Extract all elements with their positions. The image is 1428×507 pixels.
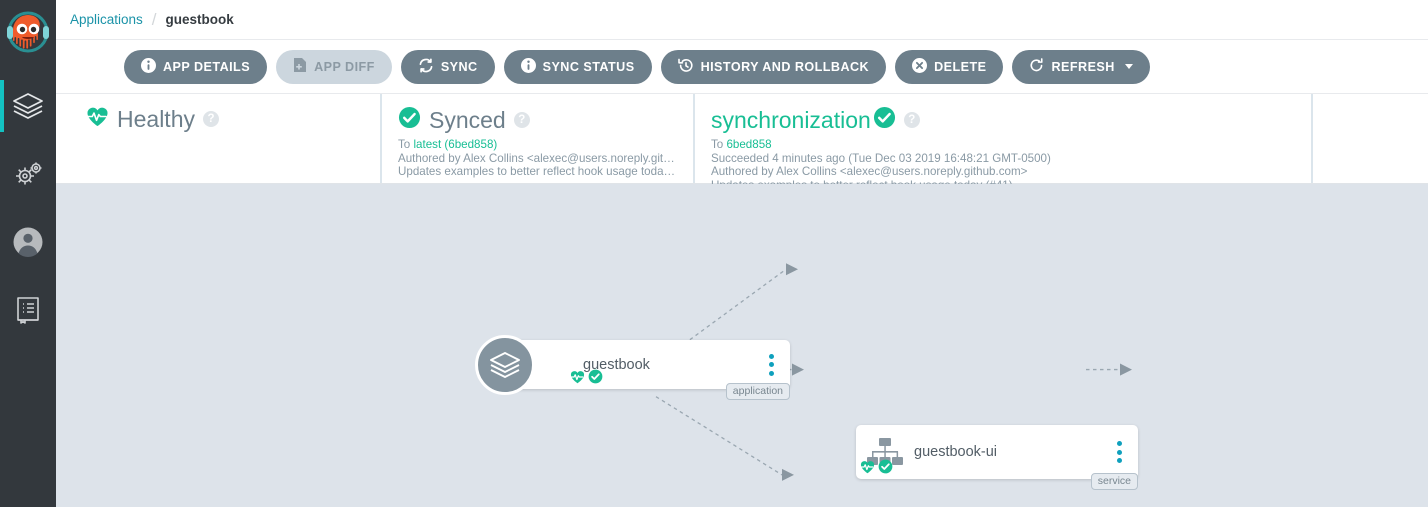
close-circle-icon — [912, 57, 928, 76]
gears-icon — [12, 159, 44, 189]
user-avatar-icon — [12, 226, 44, 258]
graph-node-application[interactable]: guestbook application — [475, 334, 790, 400]
graph-node-application-menu[interactable] — [758, 353, 784, 376]
health-help-icon[interactable]: ? — [202, 111, 219, 127]
sync-revision-line: To latest (6bed858) — [398, 138, 498, 151]
breadcrumb-applications-link[interactable]: Applications — [70, 12, 143, 27]
book-icon — [14, 295, 42, 325]
operation-status-panel: synchronization ? To 6bed858 Succeeded 4… — [693, 94, 1311, 192]
main-area: Applications / guestbook APP DETAILS APP… — [56, 0, 1428, 507]
app-details-button[interactable]: APP DETAILS — [124, 49, 268, 84]
history-clock-icon — [677, 58, 694, 76]
delete-label: DELETE — [934, 59, 987, 74]
operation-revision-link[interactable]: 6bed858 — [726, 138, 771, 151]
heart-pulse-icon — [86, 106, 109, 132]
resource-tree-graph: guestbook application guestbook-ui servi… — [56, 184, 1428, 507]
file-diff-icon — [293, 57, 307, 76]
history-rollback-label: HISTORY AND ROLLBACK — [700, 59, 870, 74]
graph-node-service[interactable]: guestbook-ui service — [856, 425, 1138, 490]
sync-message-line: Updates examples to better reflect hook … — [398, 165, 676, 179]
breadcrumb-current-app: guestbook — [165, 12, 234, 27]
breadcrumb-separator: / — [151, 9, 157, 29]
operation-author-line: Authored by Alex Collins <alexec@users.n… — [711, 165, 1028, 179]
graph-node-service-title: guestbook-ui — [914, 444, 998, 460]
layers-circle-icon — [475, 334, 535, 395]
sync-status-panel: Synced ? To latest (6bed858) Authored by… — [380, 94, 693, 183]
operation-label: synchronization — [711, 106, 871, 133]
chevron-down-icon — [1124, 64, 1133, 69]
sidebar-item-applications[interactable] — [0, 72, 56, 140]
sync-arrows-icon — [418, 57, 434, 76]
layers-icon — [12, 91, 44, 121]
sidebar-item-documentation[interactable] — [0, 276, 56, 344]
refresh-icon — [1029, 57, 1044, 76]
app-details-label: APP DETAILS — [163, 59, 251, 74]
operation-revision-line: To 6bed858 — [711, 138, 772, 151]
sync-button[interactable]: SYNC — [400, 49, 495, 84]
health-status-panel: Healthy ? — [70, 94, 380, 183]
check-circle-icon — [398, 106, 421, 134]
app-diff-label: APP DIFF — [314, 59, 375, 74]
extra-status-panel — [1311, 94, 1428, 183]
sidebar-item-settings[interactable] — [0, 140, 56, 208]
sync-revision-link[interactable]: latest (6bed858) — [413, 138, 497, 151]
graph-node-service-menu[interactable] — [1106, 441, 1132, 463]
check-circle-icon — [588, 369, 603, 389]
sidebar — [0, 0, 56, 507]
sync-help-icon[interactable]: ? — [513, 112, 530, 128]
sidebar-item-user-info[interactable] — [0, 208, 56, 276]
breadcrumb: Applications / guestbook — [56, 0, 1428, 40]
sync-status-button[interactable]: SYNC STATUS — [503, 49, 652, 84]
history-rollback-button[interactable]: HISTORY AND ROLLBACK — [660, 49, 887, 84]
sync-status-label-text: Synced — [429, 106, 506, 133]
argocd-app-window: Applications / guestbook APP DETAILS APP… — [0, 0, 1428, 507]
argo-octopus-logo[interactable] — [0, 0, 56, 72]
graph-node-service-health — [860, 459, 893, 479]
check-circle-icon — [878, 459, 893, 479]
graph-node-application-health — [570, 369, 603, 389]
operation-help-icon[interactable]: ? — [903, 112, 920, 128]
tag-kind: service — [1090, 472, 1138, 490]
operation-succeeded-line: Succeeded 4 minutes ago (Tue Dec 03 2019… — [711, 151, 1051, 165]
heart-pulse-icon — [860, 460, 875, 479]
refresh-button[interactable]: REFRESH — [1012, 49, 1150, 84]
check-circle-icon — [873, 106, 896, 134]
refresh-label: REFRESH — [1051, 59, 1115, 74]
heart-pulse-icon — [570, 370, 585, 389]
health-status-label: Healthy — [117, 105, 195, 132]
delete-button[interactable]: DELETE — [895, 49, 1004, 84]
tag-kind: application — [725, 382, 790, 400]
sync-status-label: SYNC STATUS — [542, 59, 635, 74]
graph-node-application-tags: application — [725, 382, 790, 400]
app-toolbar: APP DETAILS APP DIFF SYNC SYNC STATUS HI… — [56, 40, 1428, 94]
sync-author-line: Authored by Alex Collins <alexec@users.n… — [398, 151, 677, 165]
app-status-bar: Healthy ? Synced ? To latest (6bed858) A — [56, 94, 1428, 192]
info-icon — [141, 57, 156, 76]
info-icon — [520, 57, 536, 76]
app-diff-button[interactable]: APP DIFF — [276, 49, 392, 84]
graph-node-application-title: guestbook — [583, 356, 650, 373]
sync-label: SYNC — [440, 59, 478, 74]
graph-node-service-tags: service — [1090, 472, 1138, 490]
